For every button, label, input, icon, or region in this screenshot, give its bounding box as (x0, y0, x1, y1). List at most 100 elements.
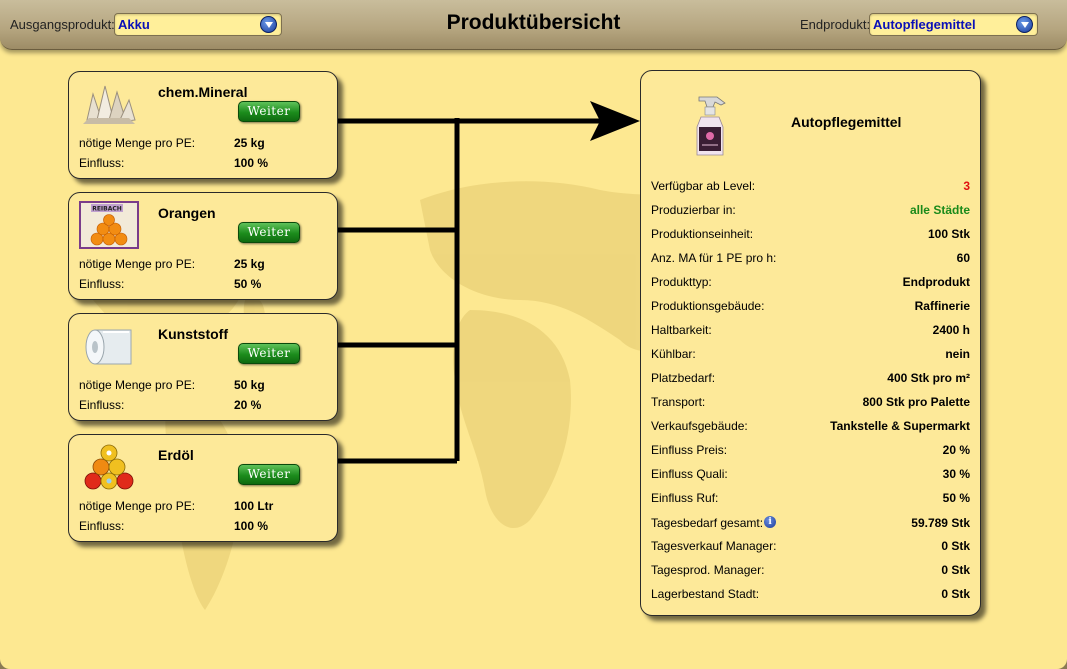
property-label: Kühlbar: (651, 347, 696, 361)
influence-value: 20 % (234, 398, 262, 412)
property-label: Haltbarkeit: (651, 323, 712, 337)
weiter-button[interactable]: Weiter (238, 101, 300, 122)
property-label: Verkaufsgebäude: (651, 419, 748, 433)
property-label-text: Einfluss Preis: (651, 443, 728, 457)
property-row: Kühlbar: nein (651, 347, 970, 365)
spray-bottle-icon (696, 96, 726, 156)
app-frame: Ausgangsprodukt: Akku Produktübersicht E… (0, 0, 1067, 669)
property-value: 0 Stk (941, 539, 970, 553)
property-label-text: Produzierbar in: (651, 203, 736, 217)
influence-value: 100 % (234, 156, 269, 170)
property-value: Raffinerie (914, 299, 970, 313)
property-label: Platzbedarf: (651, 371, 715, 385)
property-label: Anz. MA für 1 PE pro h: (651, 251, 776, 265)
source-name: Orangen (158, 205, 216, 221)
source-card-erdoel: Erdöl Weiter nötige Menge pro PE: 100 Lt… (68, 434, 338, 542)
property-value: 0 Stk (941, 587, 970, 601)
property-row: Einfluss Ruf: 50 % (651, 491, 970, 509)
property-row: Tagesbedarf gesamt: i 59.789 Stk (651, 516, 970, 534)
property-value: nein (945, 347, 970, 361)
property-row: Anz. MA für 1 PE pro h: 60 (651, 251, 970, 269)
influence-label: Einfluss: (79, 519, 125, 533)
property-row: Tagesverkauf Manager: 0 Stk (651, 539, 970, 557)
end-product-card: Autopflegemittel Verfügbar ab Level: 3 Pro… (640, 70, 981, 616)
property-label: Transport: (651, 395, 705, 409)
property-label-text: Transport: (651, 395, 706, 409)
property-value: 100 Stk (927, 227, 970, 241)
end-product-name: Autopflegemittel (791, 114, 902, 130)
quantity-label: nötige Menge pro PE: (79, 499, 196, 513)
source-card-kunststoff: Kunststoff Weiter nötige Menge pro PE: 5… (68, 313, 338, 421)
influence-value: 100 % (234, 519, 269, 533)
property-value: 20 % (942, 443, 970, 457)
property-value: 50 % (942, 491, 970, 505)
property-row: Produzierbar in: alle Städte (651, 203, 970, 221)
property-value: 400 Stk pro m² (887, 371, 970, 385)
influence-label: Einfluss: (79, 156, 125, 170)
property-row: Produkttyp: Endprodukt (651, 275, 970, 293)
property-label: Einfluss Ruf: (651, 491, 718, 505)
weiter-button[interactable]: Weiter (238, 343, 300, 364)
property-row: Verfügbar ab Level: 3 (651, 179, 970, 197)
property-label: Lagerbestand Stadt: (651, 587, 759, 601)
property-value: 3 (963, 179, 970, 193)
property-row: Produktionseinheit: 100 Stk (651, 227, 970, 245)
property-label-text: Tagesverkauf Manager: (651, 539, 777, 553)
weiter-button[interactable]: Weiter (238, 464, 300, 485)
property-label: Tagesbedarf gesamt: i (651, 516, 777, 530)
end-product-select[interactable]: Autopflegemittel (869, 13, 1038, 36)
quantity-label: nötige Menge pro PE: (79, 136, 196, 150)
property-value: 0 Stk (941, 563, 970, 577)
property-label-text: Verfügbar ab Level: (651, 179, 756, 193)
quantity-label: nötige Menge pro PE: (79, 257, 196, 271)
property-label: Produktionseinheit: (651, 227, 753, 241)
quantity-value: 25 kg (234, 136, 265, 150)
property-label: Produkttyp: (651, 275, 712, 289)
source-card-orangen: REIBACH Orangen Weiter nötige Menge pro … (68, 192, 338, 300)
info-icon[interactable]: i (764, 516, 777, 528)
property-label-text: Einfluss Ruf: (651, 491, 719, 505)
property-label-text: Einfluss Quali: (651, 467, 728, 481)
property-label: Einfluss Quali: (651, 467, 728, 481)
weiter-button[interactable]: Weiter (238, 222, 300, 243)
property-label-text: Tagesbedarf gesamt: (651, 516, 764, 530)
property-label-text: Produktionseinheit: (651, 227, 754, 241)
influence-value: 50 % (234, 277, 262, 291)
property-value: 800 Stk pro Palette (862, 395, 970, 409)
property-value: 60 (956, 251, 970, 265)
property-label-text: Produkttyp: (651, 275, 712, 289)
property-label: Tagesverkauf Manager: (651, 539, 776, 553)
property-label-text: Produktionsgebäude: (651, 299, 765, 313)
header-bar: Ausgangsprodukt: Akku Produktübersicht E… (0, 0, 1067, 50)
property-label: Tagesprod. Manager: (651, 563, 764, 577)
property-label-text: Lagerbestand Stadt: (651, 587, 760, 601)
property-row: Haltbarkeit: 2400 h (651, 323, 970, 341)
property-row: Einfluss Preis: 20 % (651, 443, 970, 461)
property-label: Produzierbar in: (651, 203, 736, 217)
source-card-mineral: chem.Mineral Weiter nötige Menge pro PE:… (68, 71, 338, 179)
property-label-text: Tagesprod. Manager: (651, 563, 765, 577)
quantity-label: nötige Menge pro PE: (79, 378, 196, 392)
source-name: Erdöl (158, 447, 194, 463)
property-value: 2400 h (932, 323, 970, 337)
property-row: Lagerbestand Stadt: 0 Stk (651, 587, 970, 605)
property-label-text: Platzbedarf: (651, 371, 716, 385)
property-label-text: Haltbarkeit: (651, 323, 712, 337)
orange-crate-icon: REIBACH (79, 201, 139, 249)
end-product-label: Endprodukt: (800, 17, 871, 32)
oil-barrels-icon (84, 444, 134, 490)
property-row: Verkaufsgebäude: Tankstelle & Supermarkt (651, 419, 970, 437)
property-value: 59.789 Stk (911, 516, 970, 530)
property-value: 30 % (942, 467, 970, 481)
property-row: Transport: 800 Stk pro Palette (651, 395, 970, 413)
influence-label: Einfluss: (79, 398, 125, 412)
plastic-roll-icon (85, 329, 132, 365)
chevron-down-icon[interactable] (1016, 16, 1033, 33)
property-label-text: Kühlbar: (651, 347, 696, 361)
property-label: Einfluss Preis: (651, 443, 727, 457)
property-label: Produktionsgebäude: (651, 299, 764, 313)
mineral-crystal-icon (83, 85, 136, 124)
property-row: Platzbedarf: 400 Stk pro m² (651, 371, 970, 389)
source-name: Kunststoff (158, 326, 228, 342)
quantity-value: 100 Ltr (234, 499, 274, 513)
